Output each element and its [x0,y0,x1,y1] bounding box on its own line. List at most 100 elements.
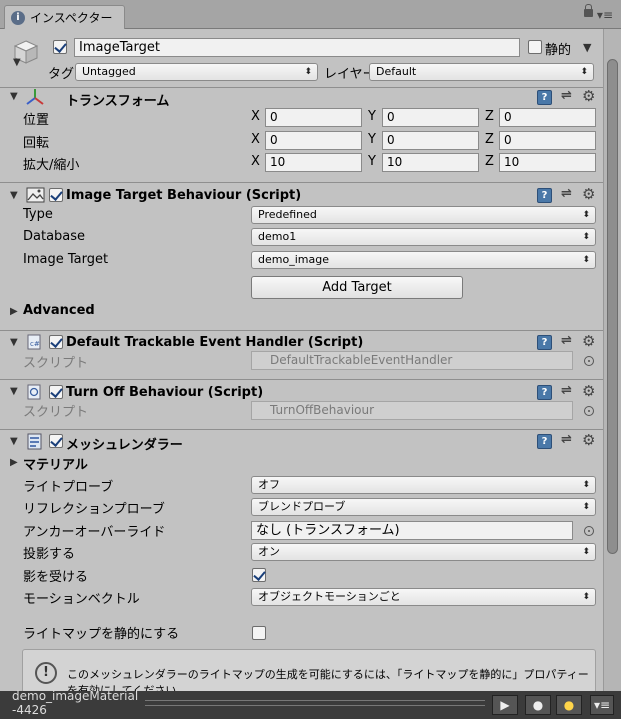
motion-vectors-value: オブジェクトモーションごと [258,590,401,603]
rotation-x-field[interactable]: 0 [265,131,362,150]
preview-bar[interactable]: demo_imageMaterial -4426 ▶ ● ● ▾≡ [0,689,621,719]
sphere-preview-icon[interactable]: ● [525,695,551,715]
axis-x-label[interactable]: X [251,109,260,124]
position-z-field[interactable]: 0 [499,108,596,127]
gear-icon[interactable]: ⚙ [582,433,595,448]
updown-icon: ⬍ [582,232,590,242]
mr-enabled-checkbox[interactable] [49,434,63,448]
tab-inspector[interactable]: i インスペクター [4,5,125,29]
script-icon [26,384,42,400]
static-checkbox[interactable] [528,40,542,54]
lightmap-static-checkbox[interactable] [252,626,266,640]
help-icon[interactable]: ? [537,90,552,105]
gear-icon[interactable]: ⚙ [582,187,595,202]
position-x-field[interactable]: 0 [265,108,362,127]
materials-foldout-icon[interactable]: ▶ [10,457,18,468]
itb-title: Image Target Behaviour (Script) [66,188,302,203]
object-name-field[interactable]: ImageTarget [74,38,520,57]
help-icon[interactable]: ? [537,188,552,203]
advanced-label[interactable]: Advanced [23,303,95,318]
transform-axes-icon [25,88,45,106]
preview-title-line1: demo_imageMaterial [12,689,139,703]
layer-dropdown[interactable]: Default ⬍ [369,63,594,81]
advanced-foldout-icon[interactable]: ▶ [10,306,18,317]
drag-handle-line [145,700,485,701]
rotation-label: 回転 [23,136,50,151]
transform-foldout-icon[interactable]: ▼ [10,91,18,102]
lock-icon[interactable] [584,4,593,17]
motion-vectors-dropdown[interactable]: オブジェクトモーションごと ⬍ [251,588,596,606]
image-target-dropdown[interactable]: demo_image ⬍ [251,251,596,269]
help-icon[interactable]: ? [537,385,552,400]
tag-value: Untagged [82,65,136,78]
preview-menu-icon[interactable]: ▾≡ [590,695,614,715]
receive-shadows-checkbox[interactable] [252,568,266,582]
rotation-z-field[interactable]: 0 [499,131,596,150]
inspector-content: ▼ ImageTarget 静的 ▼ タグ Untagged ⬍ レイヤー Def… [0,29,603,691]
scale-z-field[interactable]: 10 [499,153,596,172]
type-value: Predefined [258,208,317,221]
mr-foldout-icon[interactable]: ▼ [10,436,18,447]
axis-x-label[interactable]: X [251,132,260,147]
updown-icon: ⬍ [582,255,590,265]
cast-shadows-label: 投影する [23,547,76,562]
scrollbar-thumb[interactable] [607,59,618,554]
preset-icon[interactable]: ⇌ [561,383,572,398]
gear-icon[interactable]: ⚙ [582,384,595,399]
divider [0,379,603,380]
preset-icon[interactable]: ⇌ [561,432,572,447]
axis-y-label[interactable]: Y [368,132,376,147]
vertical-scrollbar[interactable] [603,29,621,691]
materials-label[interactable]: マテリアル [23,454,88,473]
help-icon[interactable]: ? [537,335,552,350]
itb-enabled-checkbox[interactable] [49,188,63,202]
tob-foldout-icon[interactable]: ▼ [10,386,18,397]
mr-title: メッシュレンダラー [66,438,183,453]
cast-shadows-dropdown[interactable]: オン ⬍ [251,543,596,561]
scale-y-field[interactable]: 10 [382,153,479,172]
itb-foldout-icon[interactable]: ▼ [10,190,18,201]
axis-z-label[interactable]: Z [485,154,494,169]
object-picker-icon[interactable] [584,406,594,416]
rotation-y-field[interactable]: 0 [382,131,479,150]
database-label: Database [23,229,86,244]
layer-value: Default [376,65,417,78]
object-picker-icon[interactable] [584,526,594,536]
preset-icon[interactable]: ⇌ [561,333,572,348]
reflection-probes-dropdown[interactable]: ブレンドプローブ ⬍ [251,498,596,516]
axis-z-label[interactable]: Z [485,109,494,124]
updown-icon: ⬍ [582,502,590,512]
tag-dropdown[interactable]: Untagged ⬍ [75,63,318,81]
help-icon[interactable]: ? [537,434,552,449]
tab-label: インスペクター [30,11,113,25]
position-label: 位置 [23,113,50,128]
gear-icon[interactable]: ⚙ [582,334,595,349]
info-icon: i [11,10,25,25]
add-target-button[interactable]: Add Target [251,276,463,299]
axis-x-label[interactable]: X [251,154,260,169]
axis-y-label[interactable]: Y [368,109,376,124]
axis-z-label[interactable]: Z [485,132,494,147]
active-checkbox[interactable] [53,40,67,54]
tob-enabled-checkbox[interactable] [49,385,63,399]
light-probes-dropdown[interactable]: オフ ⬍ [251,476,596,494]
object-picker-icon[interactable] [584,356,594,366]
play-icon[interactable]: ▶ [492,695,518,715]
scale-x-field[interactable]: 10 [265,153,362,172]
static-dropdown-icon[interactable]: ▼ [583,41,591,54]
anchor-override-label: アンカーオーバーライド [23,525,166,540]
icon-dropdown-icon[interactable]: ▼ [13,57,21,68]
tab-menu-icon[interactable]: ▾≡ [597,8,613,22]
preset-icon[interactable]: ⇌ [561,88,572,103]
preset-icon[interactable]: ⇌ [561,186,572,201]
anchor-override-field[interactable]: なし (トランスフォーム) [251,521,573,540]
gear-icon[interactable]: ⚙ [582,89,595,104]
axis-y-label[interactable]: Y [368,154,376,169]
type-dropdown[interactable]: Predefined ⬍ [251,206,596,224]
light-preview-icon[interactable]: ● [556,695,582,715]
dteh-enabled-checkbox[interactable] [49,335,63,349]
database-dropdown[interactable]: demo1 ⬍ [251,228,596,246]
position-y-field[interactable]: 0 [382,108,479,127]
dteh-foldout-icon[interactable]: ▼ [10,337,18,348]
layer-label: レイヤー [324,67,376,82]
